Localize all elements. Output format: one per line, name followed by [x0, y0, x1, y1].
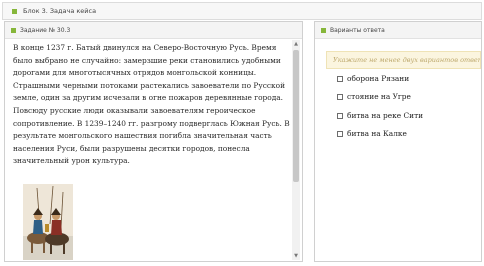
task-scrollbar[interactable]: ▲ ▼ — [292, 40, 300, 260]
answer-panel: Варианты ответа Укажите не менее двух ва… — [314, 21, 482, 262]
answer-checkbox[interactable] — [337, 76, 343, 82]
block-marker-icon — [12, 9, 17, 14]
task-panel-header: Задание № 30.3 — [5, 22, 302, 39]
answer-title: Варианты ответа — [330, 27, 385, 34]
mongol-horsemen-illustration — [23, 184, 73, 260]
answer-option-label[interactable]: стояние на Угре — [347, 92, 411, 102]
answer-panel-header: Варианты ответа — [315, 22, 481, 39]
answer-marker-icon — [321, 28, 326, 33]
task-content: В конце 1237 г. Батый двинулся на Северо… — [13, 42, 291, 262]
scroll-down-icon[interactable]: ▼ — [292, 252, 300, 260]
task-paragraph: В конце 1237 г. Батый двинулся на Северо… — [13, 43, 290, 166]
block-title: Блок 3. Задача кейса — [23, 7, 97, 15]
answer-checkbox[interactable] — [337, 94, 343, 100]
answer-hint-text: Укажите не менее двух вариантов ответа — [333, 56, 481, 64]
answer-option-label[interactable]: битва на реке Сити — [347, 111, 423, 121]
block-title-bar: Блок 3. Задача кейса — [2, 2, 482, 20]
task-marker-icon — [11, 28, 16, 33]
answer-hint: Укажите не менее двух вариантов ответа — [326, 51, 481, 69]
answer-option-label[interactable]: битва на Калке — [347, 129, 407, 139]
scrollbar-thumb[interactable] — [293, 50, 299, 182]
answer-option-label[interactable]: оборона Рязани — [347, 74, 409, 84]
scroll-up-icon[interactable]: ▲ — [292, 40, 300, 48]
task-title: Задание № 30.3 — [20, 27, 71, 34]
task-panel: Задание № 30.3 В конце 1237 г. Батый дви… — [4, 21, 303, 262]
answer-checkbox[interactable] — [337, 113, 343, 119]
answer-checkbox[interactable] — [337, 131, 343, 137]
